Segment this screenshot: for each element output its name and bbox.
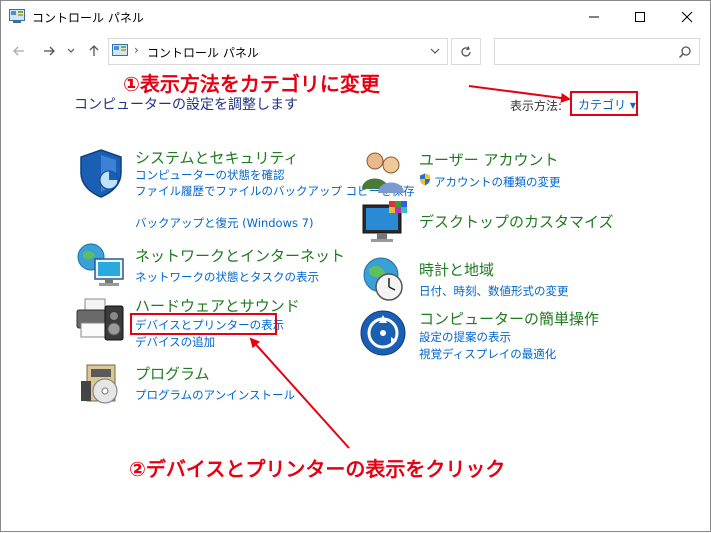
arrow-left-icon: [13, 46, 24, 56]
programs-link[interactable]: プログラム: [135, 363, 210, 384]
view-by-highlight-box: [570, 91, 638, 116]
back-button[interactable]: [9, 41, 29, 61]
maximize-button[interactable]: [617, 1, 663, 32]
minimize-icon: [589, 16, 599, 17]
annotation-step-2: ②デバイスとプリンターの表示をクリック: [129, 457, 506, 481]
up-button[interactable]: [84, 41, 104, 61]
printer-icon: [76, 298, 124, 341]
devices-printers-highlight-box: [130, 313, 277, 335]
arrow-right-icon: [44, 46, 55, 56]
network-status-link[interactable]: ネットワークの状態とタスクの表示: [135, 269, 319, 285]
chevron-down-icon[interactable]: [429, 45, 441, 57]
close-button[interactable]: [664, 1, 710, 32]
title-bar: コントロール パネル: [1, 1, 710, 32]
network-internet-link[interactable]: ネットワークとインターネット: [135, 245, 345, 266]
optimize-display-link[interactable]: 視覚ディスプレイの最適化: [419, 346, 556, 362]
close-icon: [681, 11, 693, 22]
ease-of-access-icon: [360, 310, 406, 356]
breadcrumb-separator: ›: [134, 43, 139, 57]
backup-restore-link[interactable]: バックアップと復元 (Windows 7): [135, 215, 313, 231]
minimize-button[interactable]: [571, 1, 617, 32]
security-shield-icon: [80, 149, 122, 198]
clock-globe-icon: [363, 257, 403, 301]
suggested-settings-link[interactable]: 設定の提案の表示: [419, 329, 511, 345]
forward-button[interactable]: [39, 41, 59, 61]
arrow-up-icon: [89, 45, 99, 56]
clock-region-link[interactable]: 時計と地域: [419, 259, 494, 280]
control-panel-icon: [9, 9, 25, 23]
ease-of-access-link[interactable]: コンピューターの簡単操作: [419, 308, 599, 329]
user-accounts-icon: [362, 152, 404, 193]
annotation-step-1: ①表示方法をカテゴリに変更: [123, 72, 380, 96]
page-title: コンピューターの設定を調整します: [74, 97, 298, 113]
chevron-down-icon: [67, 48, 75, 53]
view-by-label: 表示方法:: [510, 99, 563, 113]
user-accounts-link[interactable]: ユーザー アカウント: [419, 149, 558, 170]
refresh-button[interactable]: [451, 38, 481, 65]
control-panel-icon: [112, 44, 128, 56]
network-globe-icon: [77, 243, 124, 286]
refresh-icon: [461, 45, 471, 57]
uninstall-program-link[interactable]: プログラムのアンインストール: [135, 387, 295, 403]
maximize-icon: [635, 11, 645, 22]
change-date-time-link[interactable]: 日付、時刻、数値形式の変更: [419, 283, 569, 299]
add-device-link[interactable]: デバイスの追加: [135, 334, 215, 350]
system-security-link[interactable]: システムとセキュリティ: [135, 147, 299, 168]
desktop-customize-link[interactable]: デスクトップのカスタマイズ: [419, 211, 614, 232]
change-account-type-link[interactable]: アカウントの種類の変更: [434, 174, 561, 190]
control-panel-window: コントロール パネル › コントロール パネル コンピューターの設定を調整します…: [0, 0, 711, 532]
desktop-customize-icon: [362, 201, 407, 242]
recent-locations-button[interactable]: [64, 41, 78, 61]
search-icon: [678, 46, 691, 59]
uac-shield-icon: [420, 173, 430, 186]
address-bar[interactable]: › コントロール パネル: [108, 38, 448, 65]
breadcrumb-control-panel[interactable]: コントロール パネル: [147, 44, 259, 61]
search-input[interactable]: [499, 42, 669, 61]
search-box[interactable]: [494, 38, 700, 65]
check-status-link[interactable]: コンピューターの状態を確認: [135, 167, 285, 183]
programs-disc-icon: [81, 364, 118, 404]
window-title: コントロール パネル: [32, 11, 144, 25]
